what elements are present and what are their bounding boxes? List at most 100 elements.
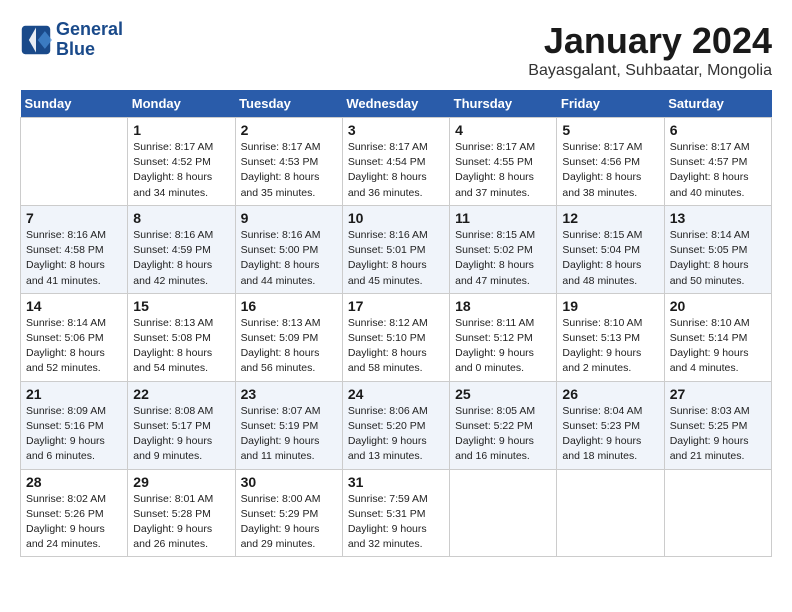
calendar-cell: 13 Sunrise: 8:14 AMSunset: 5:05 PMDayligh…	[664, 205, 771, 293]
day-number: 5	[562, 122, 658, 138]
week-row-2: 7Sunrise: 8:16 AMSunset: 4:58 PMDaylight…	[21, 205, 772, 293]
day-info: Sunrise: 8:10 AMSunset: 5:13 PMDaylight:…	[562, 316, 658, 377]
day-number: 23	[241, 386, 337, 402]
calendar-cell: 17 Sunrise: 8:12 AMSunset: 5:10 PMDayligh…	[342, 293, 449, 381]
day-number: 15	[133, 298, 229, 314]
day-info: Sunrise: 8:02 AMSunset: 5:26 PMDaylight:…	[26, 492, 122, 553]
calendar-cell	[21, 118, 128, 206]
day-header-wednesday: Wednesday	[342, 90, 449, 118]
day-info: Sunrise: 8:04 AMSunset: 5:23 PMDaylight:…	[562, 404, 658, 465]
day-info: Sunrise: 8:17 AMSunset: 4:57 PMDaylight:…	[670, 140, 766, 201]
day-info: Sunrise: 8:16 AMSunset: 4:59 PMDaylight:…	[133, 228, 229, 289]
day-info: Sunrise: 8:17 AMSunset: 4:55 PMDaylight:…	[455, 140, 551, 201]
day-number: 22	[133, 386, 229, 402]
calendar-cell	[557, 469, 664, 557]
day-number: 27	[670, 386, 766, 402]
day-number: 1	[133, 122, 229, 138]
calendar-cell: 30 Sunrise: 8:00 AMSunset: 5:29 PMDayligh…	[235, 469, 342, 557]
day-header-saturday: Saturday	[664, 90, 771, 118]
calendar-cell	[450, 469, 557, 557]
day-header-sunday: Sunday	[21, 90, 128, 118]
day-header-thursday: Thursday	[450, 90, 557, 118]
day-info: Sunrise: 8:12 AMSunset: 5:10 PMDaylight:…	[348, 316, 444, 377]
calendar-cell: 11Sunrise: 8:15 AMSunset: 5:02 PMDayligh…	[450, 205, 557, 293]
day-number: 19	[562, 298, 658, 314]
calendar-cell: 25Sunrise: 8:05 AMSunset: 5:22 PMDayligh…	[450, 381, 557, 469]
day-info: Sunrise: 8:17 AMSunset: 4:54 PMDaylight:…	[348, 140, 444, 201]
day-number: 29	[133, 474, 229, 490]
day-info: Sunrise: 8:17 AMSunset: 4:53 PMDaylight:…	[241, 140, 337, 201]
calendar-cell: 24 Sunrise: 8:06 AMSunset: 5:20 PMDayligh…	[342, 381, 449, 469]
page-header: General Blue January 2024 Bayasgalant, S…	[20, 20, 772, 80]
logo-icon	[20, 24, 52, 56]
calendar-cell: 16 Sunrise: 8:13 AMSunset: 5:09 PMDayligh…	[235, 293, 342, 381]
week-row-5: 28 Sunrise: 8:02 AMSunset: 5:26 PMDayligh…	[21, 469, 772, 557]
logo-line2: Blue	[56, 40, 123, 60]
day-number: 31	[348, 474, 444, 490]
calendar-cell: 3 Sunrise: 8:17 AMSunset: 4:54 PMDaylight…	[342, 118, 449, 206]
day-number: 2	[241, 122, 337, 138]
logo: General Blue	[20, 20, 123, 60]
day-info: Sunrise: 8:06 AMSunset: 5:20 PMDaylight:…	[348, 404, 444, 465]
day-number: 12	[562, 210, 658, 226]
day-number: 24	[348, 386, 444, 402]
title-section: January 2024 Bayasgalant, Suhbaatar, Mon…	[528, 20, 772, 80]
calendar-cell: 5Sunrise: 8:17 AMSunset: 4:56 PMDaylight…	[557, 118, 664, 206]
day-number: 30	[241, 474, 337, 490]
calendar-cell: 8 Sunrise: 8:16 AMSunset: 4:59 PMDaylight…	[128, 205, 235, 293]
calendar-cell	[664, 469, 771, 557]
day-number: 3	[348, 122, 444, 138]
day-info: Sunrise: 8:01 AMSunset: 5:28 PMDaylight:…	[133, 492, 229, 553]
day-number: 6	[670, 122, 766, 138]
day-info: Sunrise: 8:15 AMSunset: 5:04 PMDaylight:…	[562, 228, 658, 289]
calendar-cell: 31Sunrise: 7:59 AMSunset: 5:31 PMDayligh…	[342, 469, 449, 557]
week-row-4: 21Sunrise: 8:09 AMSunset: 5:16 PMDayligh…	[21, 381, 772, 469]
calendar-cell: 10 Sunrise: 8:16 AMSunset: 5:01 PMDayligh…	[342, 205, 449, 293]
calendar-table: SundayMondayTuesdayWednesdayThursdayFrid…	[20, 90, 772, 557]
week-row-3: 14 Sunrise: 8:14 AMSunset: 5:06 PMDayligh…	[21, 293, 772, 381]
calendar-cell: 1Sunrise: 8:17 AMSunset: 4:52 PMDaylight…	[128, 118, 235, 206]
calendar-cell: 15 Sunrise: 8:13 AMSunset: 5:08 PMDayligh…	[128, 293, 235, 381]
calendar-cell: 6 Sunrise: 8:17 AMSunset: 4:57 PMDaylight…	[664, 118, 771, 206]
calendar-cell: 2 Sunrise: 8:17 AMSunset: 4:53 PMDaylight…	[235, 118, 342, 206]
day-number: 11	[455, 210, 551, 226]
day-info: Sunrise: 8:14 AMSunset: 5:06 PMDaylight:…	[26, 316, 122, 377]
day-info: Sunrise: 8:08 AMSunset: 5:17 PMDaylight:…	[133, 404, 229, 465]
calendar-cell: 28 Sunrise: 8:02 AMSunset: 5:26 PMDayligh…	[21, 469, 128, 557]
day-info: Sunrise: 8:16 AMSunset: 5:00 PMDaylight:…	[241, 228, 337, 289]
day-info: Sunrise: 8:13 AMSunset: 5:09 PMDaylight:…	[241, 316, 337, 377]
calendar-cell: 4Sunrise: 8:17 AMSunset: 4:55 PMDaylight…	[450, 118, 557, 206]
day-number: 26	[562, 386, 658, 402]
day-number: 18	[455, 298, 551, 314]
day-number: 28	[26, 474, 122, 490]
day-info: Sunrise: 8:10 AMSunset: 5:14 PMDaylight:…	[670, 316, 766, 377]
day-number: 14	[26, 298, 122, 314]
day-number: 10	[348, 210, 444, 226]
day-number: 16	[241, 298, 337, 314]
day-number: 20	[670, 298, 766, 314]
calendar-cell: 20 Sunrise: 8:10 AMSunset: 5:14 PMDayligh…	[664, 293, 771, 381]
calendar-cell: 12 Sunrise: 8:15 AMSunset: 5:04 PMDayligh…	[557, 205, 664, 293]
day-info: Sunrise: 8:00 AMSunset: 5:29 PMDaylight:…	[241, 492, 337, 553]
calendar-cell: 19 Sunrise: 8:10 AMSunset: 5:13 PMDayligh…	[557, 293, 664, 381]
day-number: 13	[670, 210, 766, 226]
day-info: Sunrise: 8:09 AMSunset: 5:16 PMDaylight:…	[26, 404, 122, 465]
week-row-1: 1Sunrise: 8:17 AMSunset: 4:52 PMDaylight…	[21, 118, 772, 206]
day-info: Sunrise: 8:16 AMSunset: 5:01 PMDaylight:…	[348, 228, 444, 289]
calendar-cell: 29 Sunrise: 8:01 AMSunset: 5:28 PMDayligh…	[128, 469, 235, 557]
calendar-cell: 9Sunrise: 8:16 AMSunset: 5:00 PMDaylight…	[235, 205, 342, 293]
day-number: 17	[348, 298, 444, 314]
month-title: January 2024	[528, 20, 772, 62]
day-number: 8	[133, 210, 229, 226]
day-info: Sunrise: 8:07 AMSunset: 5:19 PMDaylight:…	[241, 404, 337, 465]
day-number: 25	[455, 386, 551, 402]
day-number: 7	[26, 210, 122, 226]
calendar-cell: 7Sunrise: 8:16 AMSunset: 4:58 PMDaylight…	[21, 205, 128, 293]
logo-line1: General	[56, 20, 123, 40]
day-info: Sunrise: 8:14 AMSunset: 5:05 PMDaylight:…	[670, 228, 766, 289]
day-info: Sunrise: 8:13 AMSunset: 5:08 PMDaylight:…	[133, 316, 229, 377]
day-header-friday: Friday	[557, 90, 664, 118]
day-header-tuesday: Tuesday	[235, 90, 342, 118]
calendar-cell: 22 Sunrise: 8:08 AMSunset: 5:17 PMDayligh…	[128, 381, 235, 469]
calendar-cell: 23 Sunrise: 8:07 AMSunset: 5:19 PMDayligh…	[235, 381, 342, 469]
